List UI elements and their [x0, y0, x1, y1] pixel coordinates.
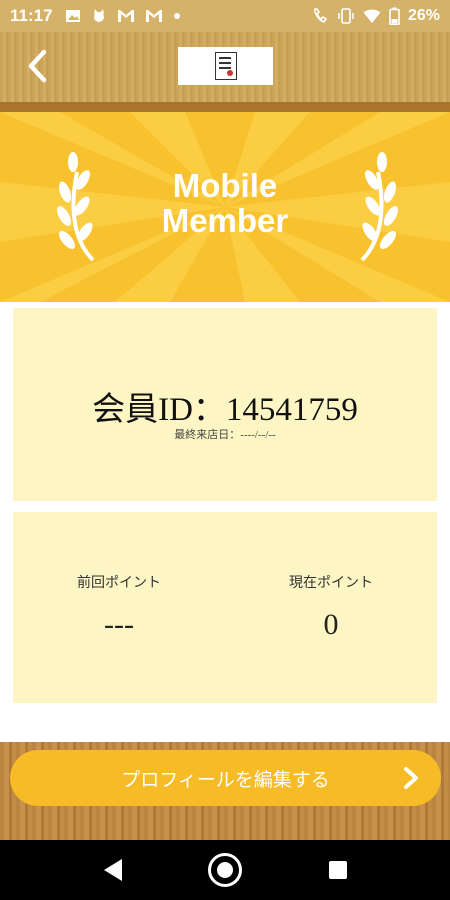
current-points-label: 現在ポイント	[289, 574, 373, 590]
recents-icon[interactable]	[329, 861, 347, 879]
previous-points-value: ---	[104, 608, 134, 641]
cat-icon	[93, 9, 104, 22]
wifi-calling-icon	[314, 8, 328, 23]
wood-divider	[0, 102, 450, 112]
status-right: 26%	[311, 7, 440, 25]
gmail-icon	[145, 10, 162, 22]
vibrate-icon	[338, 8, 354, 24]
chevron-left-icon[interactable]	[22, 46, 52, 86]
member-id: 会員ID：14541759	[92, 392, 358, 428]
notification-icons	[65, 8, 181, 24]
current-points-value: 0	[323, 608, 339, 641]
last-visit-date: 最終来店日：----/--/--	[174, 429, 276, 441]
logo-mark	[214, 52, 237, 80]
dot-icon	[173, 13, 180, 19]
status-time: 11:17	[10, 6, 53, 25]
image-icon	[65, 10, 80, 22]
mobile-member-banner: Mobile Member	[0, 112, 450, 302]
wifi-icon	[363, 9, 381, 23]
battery-percent: 26%	[407, 7, 440, 24]
gmail-icon	[117, 10, 134, 22]
status-bar: 11:17 26%	[0, 0, 450, 32]
footer: プロフィールを編集する	[0, 742, 450, 840]
system-nav-bar	[0, 840, 450, 900]
chevron-right-icon	[404, 767, 418, 789]
laurel-right-icon	[360, 152, 398, 262]
previous-points-label: 前回ポイント	[77, 574, 161, 590]
home-icon[interactable]	[208, 853, 242, 887]
points-card: 前回ポイント --- 現在ポイント 0	[13, 512, 437, 703]
member-id-card: 会員ID：14541759 最終来店日：----/--/--	[13, 308, 437, 501]
battery-icon	[389, 7, 400, 25]
edit-profile-label: プロフィールを編集する	[121, 769, 330, 791]
edit-profile-button[interactable]: プロフィールを編集する	[10, 750, 441, 806]
store-logo	[178, 47, 273, 85]
app-screen: 11:17 26% Mobile Member 会員ID：14541759 最終…	[0, 0, 450, 900]
app-header	[0, 32, 450, 102]
back-icon[interactable]	[102, 858, 124, 882]
